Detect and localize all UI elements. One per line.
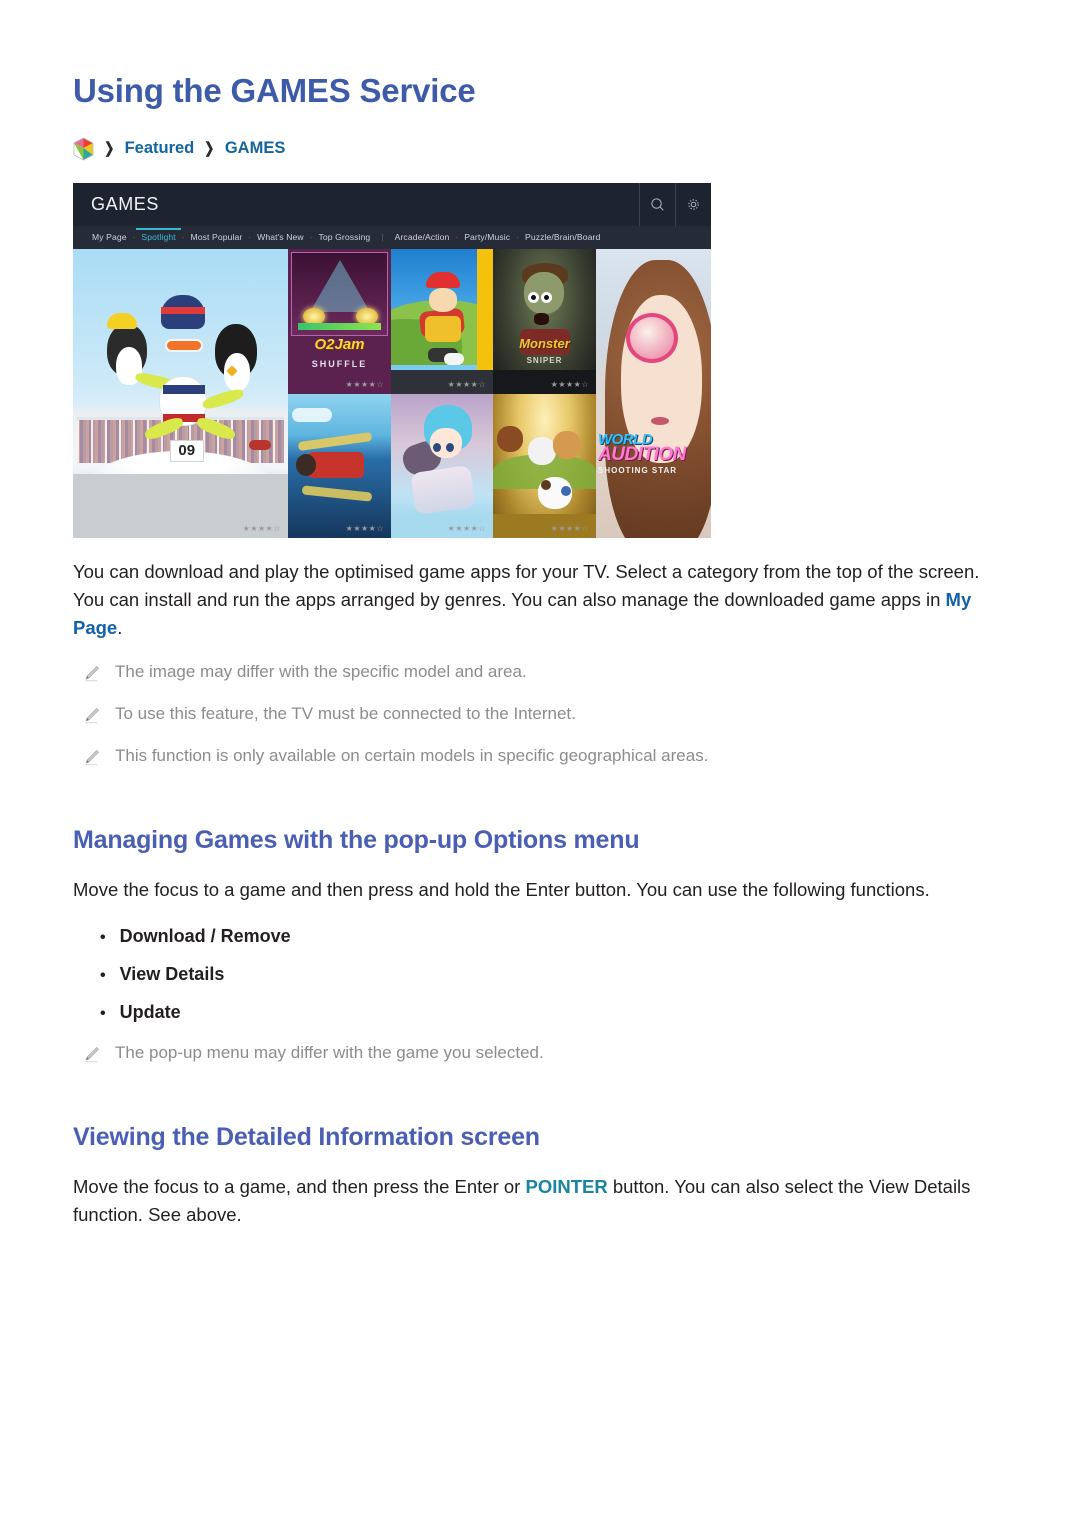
game-tile-curling-penguin[interactable]: 09 ★★★★☆ xyxy=(73,248,288,538)
game-tile-biplane-shooter[interactable]: ★★★★☆ xyxy=(288,393,391,538)
game-tile-puppy[interactable]: ★★★★☆ xyxy=(493,393,596,538)
breadcrumb: ❯ Featured ❯ GAMES xyxy=(73,137,1010,161)
tile-rating: ★★★★☆ xyxy=(550,379,589,389)
bullet-icon: • xyxy=(100,928,106,946)
pencil-icon xyxy=(82,748,101,767)
note-text: The image may differ with the specific m… xyxy=(115,662,527,682)
search-icon[interactable] xyxy=(639,182,675,226)
pencil-icon xyxy=(82,1045,101,1064)
game-tile-boy-adventure[interactable]: ★★★★☆ xyxy=(391,248,493,394)
breadcrumb-item-games[interactable]: GAMES xyxy=(225,139,286,158)
tv-nav-item-my-page[interactable]: My Page xyxy=(87,232,132,242)
tv-game-grid: 09 ★★★★☆ O2Jam SHUFFLE ★★★★☆ ★★★★☆ Monst… xyxy=(73,248,711,538)
tile-title-line3: SHOOTING STAR xyxy=(598,466,678,475)
tv-nav-bar: My Page · Spotlight · Most Popular · Wha… xyxy=(73,225,711,249)
list-item: • Update xyxy=(100,1002,1010,1023)
section-heading-managing-games: Managing Games with the pop-up Options m… xyxy=(73,826,640,855)
pencil-icon xyxy=(82,706,101,725)
tile-rating: ★★★★☆ xyxy=(345,379,384,389)
tv-header: GAMES xyxy=(73,182,711,226)
bullet-icon: • xyxy=(100,1004,106,1022)
tv-nav-item-party-music[interactable]: Party/Music xyxy=(459,232,515,242)
tv-header-actions xyxy=(639,182,711,226)
note-text: The pop-up menu may differ with the game… xyxy=(115,1042,544,1062)
note-item: The image may differ with the specific m… xyxy=(73,661,1010,684)
tile-subtitle: SNIPER xyxy=(526,356,563,366)
note-item: This function is only available on certa… xyxy=(73,745,1010,768)
tile-rating: ★★★★☆ xyxy=(345,523,384,533)
tv-nav-item-arcade-action[interactable]: Arcade/Action xyxy=(390,232,455,242)
managing-games-paragraph: Move the focus to a game and then press … xyxy=(73,878,930,900)
bullet-label: Update xyxy=(119,1001,181,1022)
list-item: • View Details xyxy=(100,964,1010,985)
tv-nav-item-most-popular[interactable]: Most Popular xyxy=(186,232,248,242)
tile-rating: ★★★★☆ xyxy=(447,379,486,389)
bullet-label: Download / Remove xyxy=(119,925,291,946)
note-text: To use this feature, the TV must be conn… xyxy=(115,704,576,724)
gear-icon[interactable] xyxy=(675,182,711,226)
document-page: Using the GAMES Service ❯ Featured ❯ GAM… xyxy=(0,0,1080,1527)
tv-nav-item-whats-new[interactable]: What's New xyxy=(252,232,309,242)
tv-header-title: GAMES xyxy=(91,193,160,214)
jersey-number: 09 xyxy=(178,442,196,460)
intro-paragraph: You can download and play the optimised … xyxy=(73,558,1008,642)
note-text: This function is only available on certa… xyxy=(115,746,709,766)
tv-screenshot-image: GAMES My Page · Spotlight · Most Popular… xyxy=(73,182,711,538)
section-heading-viewing-detailed-information: Viewing the Detailed Information screen xyxy=(73,1122,540,1151)
tile-title: Monster xyxy=(519,335,570,351)
list-item: • Download / Remove xyxy=(100,926,1010,947)
link-pointer[interactable]: POINTER xyxy=(525,1176,607,1197)
breadcrumb-item-featured[interactable]: Featured xyxy=(125,139,195,158)
tile-rating: ★★★★☆ xyxy=(242,523,281,533)
game-tile-world-auditions[interactable]: WORLD AUDITION SHOOTING STAR xyxy=(596,248,711,538)
tv-nav-item-puzzle-brain-board[interactable]: Puzzle/Brain/Board xyxy=(520,232,605,242)
smart-hub-icon[interactable] xyxy=(73,137,94,161)
viewing-detailed-information-paragraph: Move the focus to a game, and then press… xyxy=(73,1173,1008,1229)
tile-title: O2Jam xyxy=(314,335,365,353)
note-item: The pop-up menu may differ with the game… xyxy=(73,1042,1010,1065)
game-tile-monster-sniper[interactable]: Monster SNIPER ★★★★☆ xyxy=(493,248,596,394)
tv-nav-item-top-grossing[interactable]: Top Grossing xyxy=(313,232,375,242)
breadcrumb-separator-1: ❯ xyxy=(104,140,115,158)
tile-rating: ★★★★☆ xyxy=(447,523,486,533)
bullet-label: View Details xyxy=(119,963,225,984)
page-title: Using the GAMES Service xyxy=(73,72,476,109)
game-tile-o2jam-shuffle[interactable]: O2Jam SHUFFLE ★★★★☆ xyxy=(288,248,391,394)
tile-subtitle: SHUFFLE xyxy=(311,359,368,370)
tv-nav-item-spotlight[interactable]: Spotlight xyxy=(136,228,181,242)
viewing-text-part1: Move the focus to a game, and then press… xyxy=(73,1175,526,1197)
managing-games-bullet-list: • Download / Remove • View Details • Upd… xyxy=(73,926,1010,1023)
pencil-icon xyxy=(82,664,101,683)
tv-nav-separator: | xyxy=(381,232,384,243)
tile-rating: ★★★★☆ xyxy=(550,523,589,533)
intro-text-part2: . xyxy=(117,617,123,639)
bullet-icon: • xyxy=(100,966,106,984)
game-tile-anime-rpg[interactable]: ★★★★☆ xyxy=(391,393,493,538)
note-item: To use this feature, the TV must be conn… xyxy=(73,703,1010,726)
intro-text-part1: You can download and play the optimised … xyxy=(73,560,980,611)
tile-title-line2: AUDITION xyxy=(598,444,686,465)
breadcrumb-separator-2: ❯ xyxy=(204,140,215,158)
